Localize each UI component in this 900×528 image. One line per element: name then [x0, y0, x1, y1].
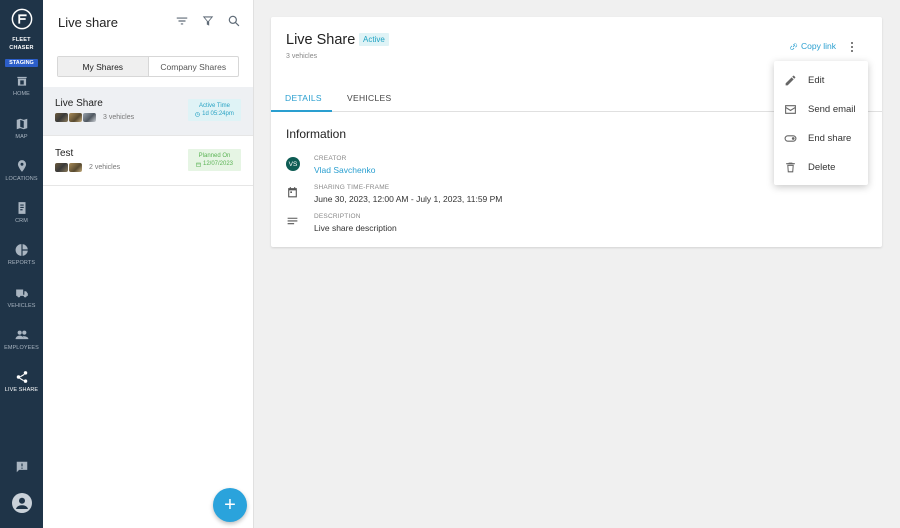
- vehicle-thumbnail: [83, 113, 96, 122]
- creator-label: CREATOR: [314, 155, 347, 162]
- env-badge: STAGING: [5, 59, 38, 67]
- status-badge: Active Time 1d 05:24pm: [188, 99, 241, 121]
- creator-avatar: VS: [286, 157, 300, 171]
- list-item[interactable]: Live Share 3 vehicles Active Time 1d 05:…: [43, 87, 253, 136]
- vehicle-thumbnails: [55, 163, 82, 172]
- menu-item-label: Edit: [808, 74, 825, 86]
- menu-item-label: End share: [808, 132, 852, 144]
- list-toolbar: [175, 14, 241, 28]
- brand-line1: FLEET: [12, 37, 31, 43]
- nav-item-employees[interactable]: EMPLOYEES: [0, 328, 43, 351]
- timeframe-value: June 30, 2023, 12:00 AM - July 1, 2023, …: [314, 194, 503, 204]
- copy-link-label: Copy link: [801, 41, 836, 51]
- brand-line2: CHASER: [9, 45, 34, 51]
- nav-item-locations[interactable]: LOCATIONS: [0, 159, 43, 182]
- avatar: [11, 493, 32, 513]
- status-badge: Active: [359, 33, 389, 46]
- filter-icon[interactable]: [201, 14, 215, 28]
- share-scope-toggle: My Shares Company Shares: [57, 56, 239, 77]
- nav-item-reports[interactable]: REPORTS: [0, 243, 43, 266]
- home-icon: [16, 76, 27, 86]
- menu-item-edit[interactable]: Edit: [774, 66, 868, 94]
- status-badge: Planned On 12/07/2023: [188, 149, 241, 171]
- badge-title: Active Time: [198, 103, 230, 109]
- sort-icon[interactable]: [175, 14, 189, 28]
- creator-name-link[interactable]: Vlad Savchenko: [314, 165, 375, 175]
- nav-item-live-share[interactable]: LIVE SHARE: [0, 370, 43, 393]
- share-list-panel: Live share My Shares Company Shares Live…: [43, 0, 254, 528]
- search-icon[interactable]: [227, 14, 241, 28]
- map-icon: [16, 118, 27, 130]
- location-pin-icon: [17, 160, 26, 172]
- more-options-menu: Edit Send email End share Delete: [774, 61, 868, 185]
- share-name: Test: [55, 148, 74, 159]
- menu-item-delete[interactable]: Delete: [774, 153, 868, 181]
- list-item[interactable]: Test 2 vehicles Planned On 12/07/2023: [43, 137, 253, 186]
- menu-item-send-email[interactable]: Send email: [774, 95, 868, 123]
- trash-icon: [786, 162, 795, 172]
- more-options-button[interactable]: [847, 40, 857, 54]
- crm-icon: [18, 202, 25, 214]
- active-tab-indicator: [271, 110, 332, 112]
- share-title: Live Share: [286, 32, 356, 48]
- vehicle-count: 2 vehicles: [89, 164, 121, 171]
- kebab-dot: [850, 45, 854, 49]
- feedback-icon: [16, 461, 27, 473]
- calendar-icon: [288, 187, 297, 198]
- timeframe-label: SHARING TIME-FRAME: [314, 184, 390, 191]
- vehicle-thumbnail: [55, 163, 68, 172]
- user-avatar[interactable]: [0, 493, 43, 513]
- pencil-icon: [785, 75, 796, 85]
- vehicle-thumbnail: [55, 113, 68, 122]
- page-title: Live share: [58, 15, 118, 30]
- share-icon: [16, 371, 27, 383]
- fleet-chaser-logo-icon: [11, 8, 32, 30]
- copy-link-button[interactable]: Copy link: [789, 41, 836, 51]
- truck-icon: [15, 289, 28, 298]
- calendar-icon: [196, 162, 201, 167]
- menu-item-label: Delete: [808, 161, 836, 173]
- share-name: Live Share: [55, 98, 103, 109]
- kebab-dot: [850, 41, 854, 45]
- nav-item-vehicles[interactable]: VEHICLES: [0, 286, 43, 309]
- vehicle-count: 3 vehicles: [103, 114, 135, 121]
- vehicle-thumbnail: [69, 163, 82, 172]
- vehicle-count: 3 vehicles: [286, 53, 318, 60]
- nav-item-map[interactable]: MAP: [0, 117, 43, 140]
- tab-details[interactable]: DETAILS: [285, 93, 322, 103]
- menu-item-label: Send email: [808, 103, 856, 115]
- account-icon: [15, 497, 28, 509]
- clock-icon: [195, 111, 200, 117]
- menu-item-end-share[interactable]: End share: [774, 124, 868, 152]
- add-share-button[interactable]: +: [213, 488, 247, 522]
- mail-icon: [785, 104, 796, 114]
- pie-chart-icon: [15, 244, 28, 256]
- vehicle-thumbnail: [69, 113, 82, 122]
- nav-rail: FLEET CHASER STAGING HOME MAP LOCATIONS …: [0, 0, 43, 528]
- plus-icon: +: [224, 493, 236, 516]
- tab-vehicles[interactable]: VEHICLES: [347, 93, 391, 103]
- people-icon: [15, 330, 28, 340]
- tab-my-shares[interactable]: My Shares: [58, 57, 149, 76]
- badge-value: 1d 05:24pm: [202, 111, 234, 117]
- feedback-button[interactable]: [0, 460, 43, 479]
- toggle-icon: [784, 134, 797, 142]
- vehicle-thumbnails: [55, 113, 96, 122]
- nav-item-home[interactable]: HOME: [0, 74, 43, 97]
- description-label: DESCRIPTION: [314, 213, 361, 220]
- nav-item-crm[interactable]: CRM: [0, 201, 43, 224]
- description-value: Live share description: [314, 223, 397, 233]
- tab-company-shares[interactable]: Company Shares: [149, 57, 239, 76]
- badge-value: 12/07/2023: [202, 161, 234, 167]
- section-title: Information: [286, 127, 347, 141]
- badge-title: Planned On: [198, 153, 231, 159]
- kebab-dot: [850, 49, 854, 53]
- link-icon: [790, 42, 798, 50]
- creator-initials: VS: [286, 157, 300, 171]
- notes-icon: [287, 217, 298, 225]
- brand-logo[interactable]: FLEET CHASER STAGING: [0, 8, 43, 69]
